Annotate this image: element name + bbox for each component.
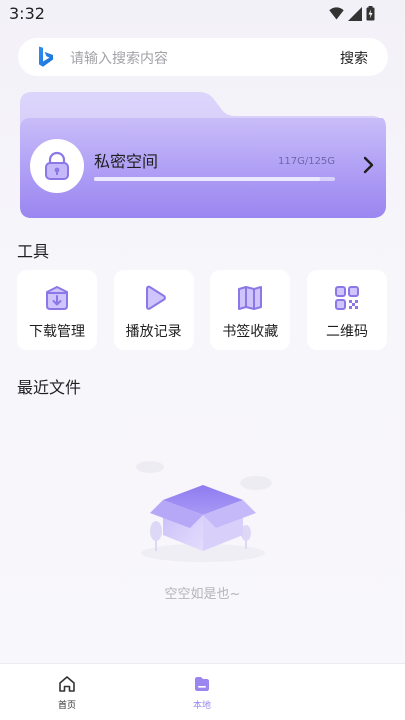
private-space-card[interactable]: 私密空间 117G/125G [18,90,388,220]
folder-icon [195,677,209,691]
search-button[interactable]: 搜索 [340,48,368,68]
status-icons [329,6,375,21]
empty-box-illustration [136,461,272,562]
storage-progress-fill [94,177,320,181]
tool-qr-code[interactable]: 二维码 [306,270,387,350]
wifi-icon [329,7,344,20]
tools-grid: 下载管理 播放记录 书签收藏 二维码 [17,270,387,350]
search-input[interactable]: 请输入搜索内容 [70,48,168,68]
battery-icon [366,6,375,21]
lock-badge [30,139,84,193]
status-time: 3:32 [9,4,45,23]
tool-label: 二维码 [325,324,368,340]
home-icon [59,676,75,692]
nav-label-local: 本地 [192,701,211,711]
search-bar[interactable]: 请输入搜索内容 搜索 [18,38,388,76]
map-bookmark-icon [238,286,263,310]
chevron-right-icon[interactable] [362,155,376,175]
bing-logo-icon [39,46,53,67]
storage-progress-bar [94,177,335,181]
bottom-nav: 首页 本地 [0,663,405,720]
nav-label-home: 首页 [57,701,76,711]
nav-item-local[interactable]: 本地 [172,674,232,711]
signal-icon [348,6,362,21]
qr-code-icon [334,286,359,310]
status-bar: 3:32 [0,0,405,28]
empty-state-text: 空空如是也~ [164,587,241,602]
tool-label: 下载管理 [29,324,85,340]
app-screen: 3:32 请输入搜索内容 搜索 私密空间 117G/125G 工具 下载管理 播… [0,0,405,720]
tool-label: 书签收藏 [222,324,279,340]
tools-section-title: 工具 [17,242,50,261]
tool-play-history[interactable]: 播放记录 [113,270,194,350]
private-space-title: 私密空间 [94,152,159,171]
nav-item-home[interactable]: 首页 [37,674,97,711]
storage-usage: 117G/125G [278,156,336,167]
tool-label: 播放记录 [125,324,182,340]
lock-icon [45,151,69,180]
tool-bookmarks[interactable]: 书签收藏 [210,270,291,350]
play-icon [145,285,166,310]
tool-download-manager[interactable]: 下载管理 [17,270,97,350]
recent-files-title: 最近文件 [17,378,82,397]
download-box-icon [46,286,68,310]
